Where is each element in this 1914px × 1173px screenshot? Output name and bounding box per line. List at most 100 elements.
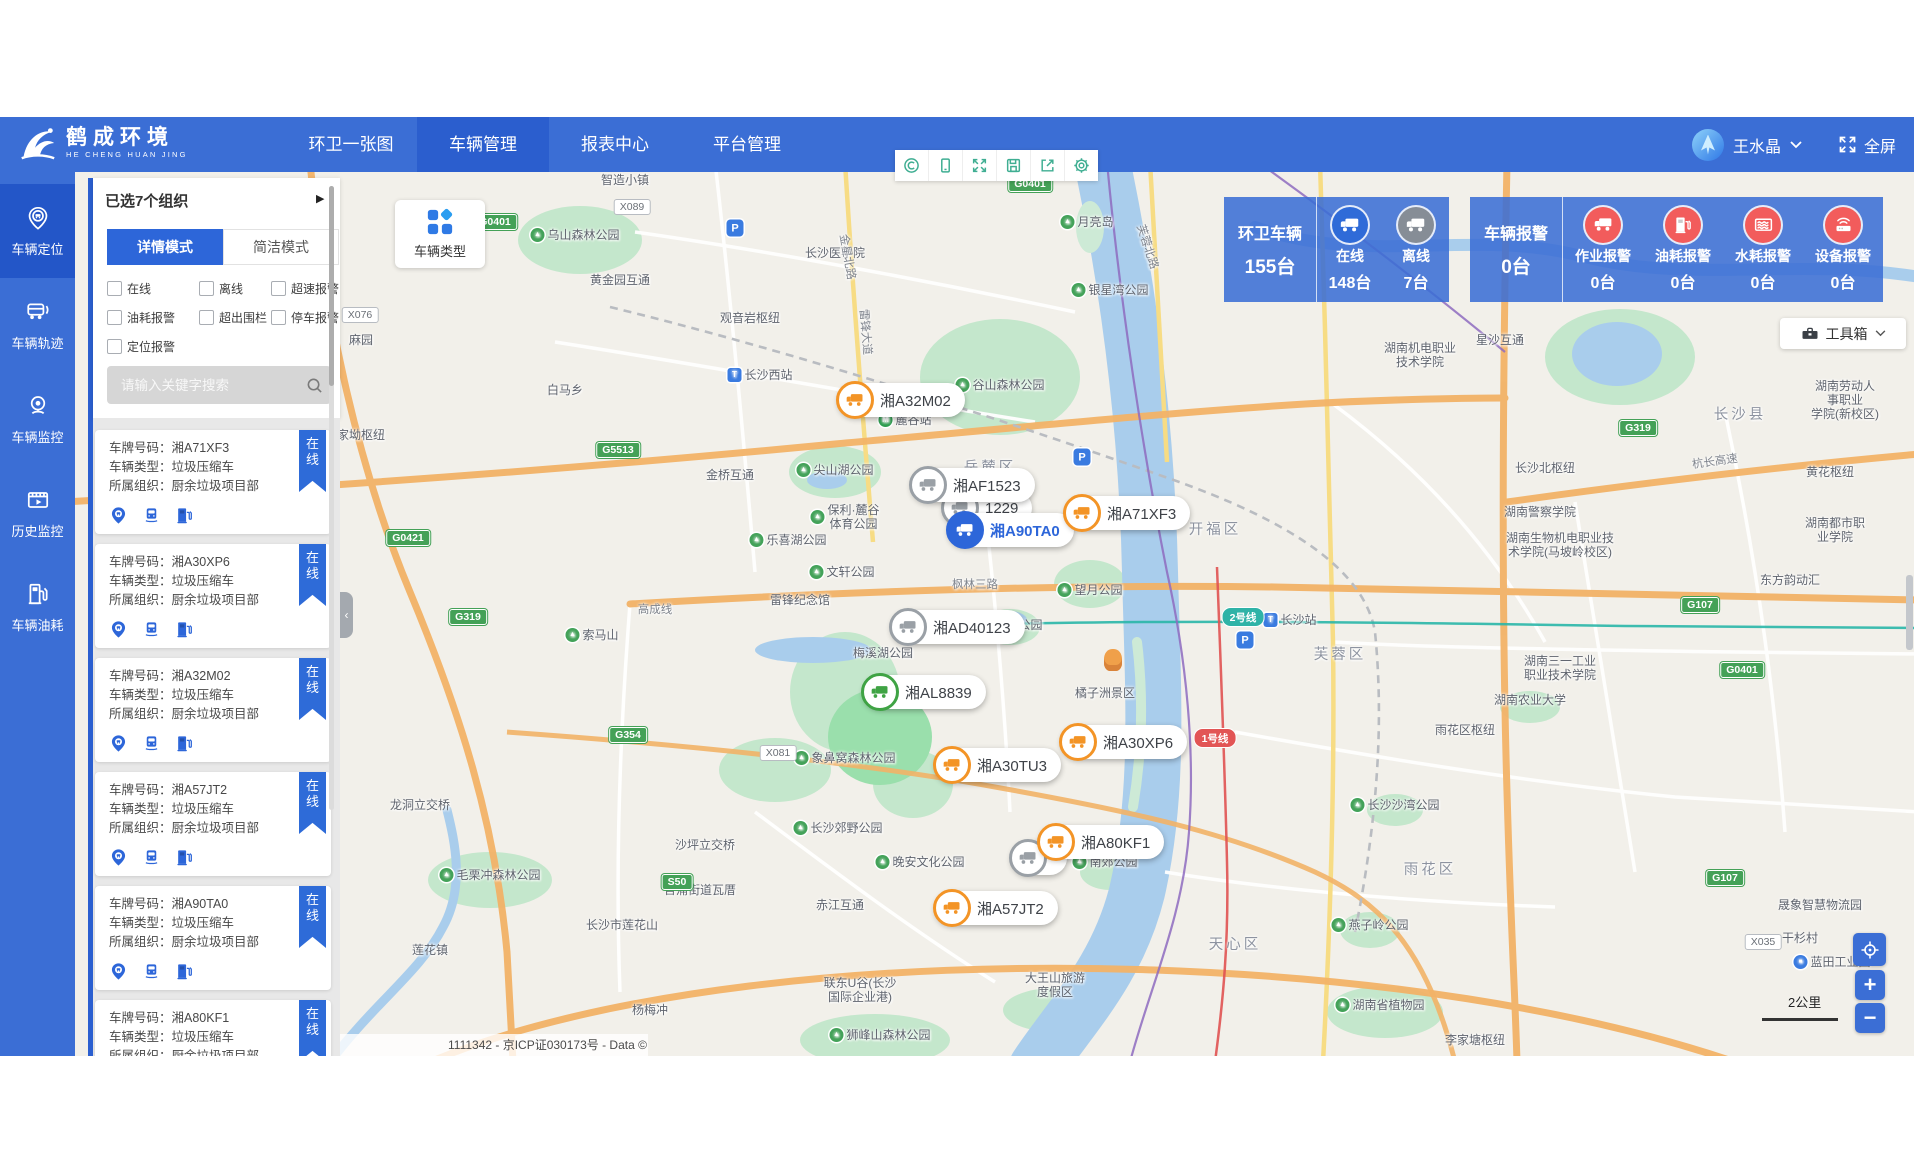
track-bus-icon[interactable] [142, 734, 161, 753]
vehicle-marker-plate: 湘A30TU3 [977, 755, 1047, 776]
checkbox[interactable] [107, 310, 122, 325]
user-name[interactable]: 王水晶 [1733, 133, 1781, 157]
filter-checkbox[interactable]: 离线 [199, 280, 271, 297]
vehicle-marker[interactable]: 湘A57JT2 [935, 891, 1058, 925]
fleet-total-label: 环卫车辆 [1238, 220, 1302, 244]
nav-tab[interactable]: 车辆管理 [417, 117, 549, 172]
poi-type-icon [829, 1028, 843, 1042]
vehicle-marker[interactable]: 湘AD40123 [891, 610, 1025, 644]
water-alarm-stat: 水耗报警 0台 [1723, 207, 1803, 293]
search-input[interactable] [107, 378, 306, 393]
vehicle-marker[interactable]: 湘A71XF3 [1065, 496, 1190, 530]
locate-pin-icon[interactable] [109, 620, 128, 639]
clear-screen-icon[interactable] [895, 150, 929, 181]
zoom-out-button[interactable]: − [1855, 1003, 1885, 1033]
vehicle-card[interactable]: 车牌号码：湘A30XP6 车辆类型：垃圾压缩车 所属组织：厨余垃圾项目部 [95, 544, 331, 648]
fuel-pump-icon[interactable] [175, 962, 194, 981]
fuel-pump-icon[interactable] [175, 734, 194, 753]
fullscreen-button[interactable]: 全屏 [1837, 133, 1896, 157]
vehicle-marker[interactable]: 湘A30TU3 [935, 748, 1061, 782]
mode-tab[interactable]: 详情模式 [107, 229, 223, 265]
vehicle-card[interactable]: 车牌号码：湘A80KF1 车辆类型：垃圾压缩车 所属组织：厨余垃圾项目部 [95, 1000, 331, 1056]
settings-gear-icon[interactable] [1065, 150, 1098, 181]
vehicle-marker[interactable]: 湘AL8839 [863, 675, 986, 709]
page-scrollbar-thumb[interactable] [1906, 575, 1913, 650]
locate-pin-icon[interactable] [109, 962, 128, 981]
chevron-down-icon[interactable] [1790, 141, 1802, 149]
checkbox[interactable] [107, 281, 122, 296]
checkbox[interactable] [107, 339, 122, 354]
vehicle-card[interactable]: 车牌号码：湘A57JT2 车辆类型：垃圾压缩车 所属组织：厨余垃圾项目部 [95, 772, 331, 876]
vehicle-card[interactable]: 车牌号码：湘A71XF3 车辆类型：垃圾压缩车 所属组织：厨余垃圾项目部 [95, 430, 331, 534]
filter-checkbox[interactable]: 定位报警 [107, 338, 199, 355]
checkbox[interactable] [199, 310, 214, 325]
road-badge: X081 [760, 745, 797, 761]
track-bus-icon[interactable] [142, 962, 161, 981]
sidebar-item-history-monitor[interactable]: 历史监控 [0, 466, 75, 560]
track-bus-icon[interactable] [142, 506, 161, 525]
vehicle-marker[interactable]: 湘AF1523 [911, 468, 1035, 502]
checkbox[interactable] [271, 281, 286, 296]
vehicle-marker-truck-icon [909, 466, 947, 504]
locate-button[interactable] [1853, 933, 1886, 966]
vehicle-card[interactable]: 车牌号码：湘A32M02 车辆类型：垃圾压缩车 所属组织：厨余垃圾项目部 [95, 658, 331, 762]
panel-collapse-handle[interactable]: ‹ [340, 592, 353, 638]
mode-tab[interactable]: 简洁模式 [223, 229, 339, 265]
share-icon[interactable] [1031, 150, 1065, 181]
vehicle-type-button[interactable]: 车辆类型 [395, 200, 485, 268]
locate-pin-icon[interactable] [109, 734, 128, 753]
sidebar-item-vehicle-track[interactable]: 车辆轨迹 [0, 278, 75, 372]
track-bus-icon[interactable] [142, 848, 161, 867]
search-icon[interactable] [306, 377, 323, 394]
poi-icon [1074, 449, 1091, 466]
map-place-label: 星沙互通 [1476, 333, 1524, 347]
mobile-view-icon[interactable] [929, 150, 963, 181]
filter-checkbox[interactable]: 超出围栏 [199, 309, 271, 326]
checkbox[interactable] [271, 310, 286, 325]
sidebar-item-vehicle-fuel[interactable]: 车辆油耗 [0, 560, 75, 654]
locate-pin-icon[interactable] [109, 506, 128, 525]
list-scrollbar-thumb[interactable] [329, 186, 334, 386]
filter-checkbox[interactable]: 在线 [107, 280, 199, 297]
side-rail: 车辆定位 车辆轨迹 车辆监控 历史监控 [0, 172, 75, 1056]
vehicle-locate-icon [25, 205, 51, 231]
zoom-in-button[interactable]: + [1855, 970, 1885, 1000]
expand-icon[interactable] [963, 150, 997, 181]
map-place-label: 月亮岛 [1060, 215, 1113, 229]
vehicle-marker[interactable]: 湘A32M02 [838, 383, 965, 417]
vehicle-marker[interactable]: 湘A30XP6 [1061, 725, 1187, 759]
fuel-pump-icon[interactable] [175, 848, 194, 867]
map-place-label: 雨花区 [1404, 863, 1457, 877]
sidebar-item-vehicle-locate[interactable]: 车辆定位 [0, 184, 75, 278]
vehicle-filter-panel: 已选7个组织 ▶ 详情模式简洁模式 在线 离线 超速报警 油耗报警 [88, 178, 340, 1056]
org-selector[interactable]: 已选7个组织 [105, 190, 188, 211]
avatar[interactable] [1692, 129, 1724, 161]
vehicle-marker[interactable]: 湘A90TA0 [948, 513, 1074, 547]
poi-type-icon [749, 533, 763, 547]
nav-tab[interactable]: 报表中心 [549, 117, 681, 172]
poi-icon [727, 220, 744, 237]
logo-icon [16, 122, 58, 164]
poi-type-icon [811, 510, 825, 524]
map-place-label: 银星湾公园 [1071, 283, 1148, 297]
vehicle-card[interactable]: 车牌号码：湘A90TA0 车辆类型：垃圾压缩车 所属组织：厨余垃圾项目部 [95, 886, 331, 990]
nav-tab[interactable]: 平台管理 [681, 117, 813, 172]
sidebar-item-vehicle-monitor[interactable]: 车辆监控 [0, 372, 75, 466]
map-place-label: 长沙站 [1263, 613, 1316, 627]
track-bus-icon[interactable] [142, 620, 161, 639]
fuel-pump-icon[interactable] [175, 506, 194, 525]
map-place-label: 长沙市莲花山 [586, 918, 658, 932]
toolbox-button[interactable]: 工具箱 [1780, 318, 1906, 349]
vehicle-plate: 湘A30XP6 [172, 555, 230, 569]
poi-type-icon [793, 821, 807, 835]
locate-pin-icon[interactable] [109, 848, 128, 867]
org-expand-arrow-icon[interactable]: ▶ [316, 192, 324, 205]
save-icon[interactable] [997, 150, 1031, 181]
checkbox[interactable] [199, 281, 214, 296]
vehicle-marker[interactable]: 湘A80KF1 [1039, 825, 1164, 859]
vehicle-org: 厨余垃圾项目部 [172, 935, 260, 949]
fuel-pump-icon[interactable] [175, 620, 194, 639]
map-place-label: 李家塘枢纽 [1445, 1033, 1505, 1047]
nav-tab[interactable]: 环卫一张图 [285, 117, 417, 172]
filter-checkbox[interactable]: 油耗报警 [107, 309, 199, 326]
